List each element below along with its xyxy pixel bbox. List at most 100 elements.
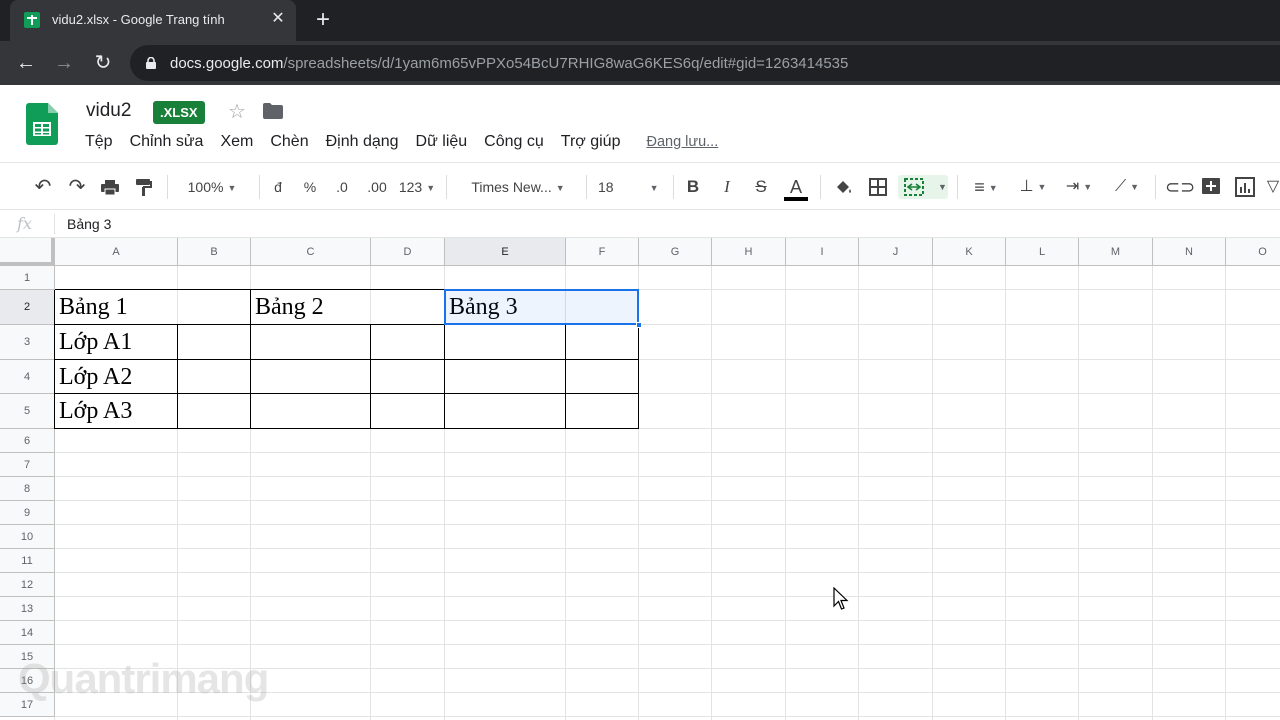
column-header-g[interactable]: G [639, 238, 712, 266]
row-header-5[interactable]: 5 [0, 394, 55, 429]
row-header-14[interactable]: 14 [0, 621, 55, 645]
insert-comment-icon[interactable] [1200, 175, 1222, 199]
percent-format-button[interactable]: % [300, 175, 320, 199]
row-header-1[interactable]: 1 [0, 266, 55, 290]
borders-icon[interactable] [868, 175, 888, 199]
new-tab-icon[interactable]: + [310, 8, 336, 34]
row-header-8[interactable]: 8 [0, 477, 55, 501]
column-header-b[interactable]: B [178, 238, 251, 266]
tab-title: vidu2.xlsx - Google Trang tính [52, 12, 225, 27]
merge-cells-icon [904, 178, 924, 196]
forward-icon[interactable]: → [52, 51, 76, 75]
text-rotation-select[interactable]: ⟋ ▼ [1106, 175, 1148, 199]
column-header-n[interactable]: N [1153, 238, 1226, 266]
table-border [444, 325, 445, 429]
paint-format-icon[interactable] [134, 175, 154, 199]
chevron-down-icon: ▼ [1037, 182, 1047, 192]
horizontal-align-select[interactable]: ≡ ▼ [966, 175, 1006, 199]
table-border [638, 325, 639, 429]
menu-file[interactable]: Tệp [85, 133, 113, 155]
sheets-header: vidu2 .XLSX ☆ Tệp Chỉnh sửa Xem Chèn Địn… [0, 85, 1280, 162]
lock-icon [146, 57, 156, 69]
url-input[interactable]: docs.google.com/spreadsheets/d/1yam6m65v… [130, 45, 1280, 81]
column-header-c[interactable]: C [251, 238, 371, 266]
column-header-j[interactable]: J [859, 238, 933, 266]
column-header-f[interactable]: F [566, 238, 639, 266]
print-icon[interactable] [100, 175, 120, 199]
align-bottom-icon: ⊥ [1019, 178, 1034, 196]
close-tab-icon[interactable]: ✕ [268, 9, 288, 29]
cell-a3[interactable]: Lớp A1 [55, 325, 132, 360]
menu-tools[interactable]: Công cụ [484, 133, 544, 155]
text-wrapping-select[interactable]: ⇥ ▼ [1058, 175, 1100, 199]
menu-view[interactable]: Xem [220, 133, 253, 155]
row-header-7[interactable]: 7 [0, 453, 55, 477]
undo-icon[interactable]: ↶ [32, 175, 54, 199]
fill-color-icon[interactable] [833, 175, 853, 199]
row-header-6[interactable]: 6 [0, 429, 55, 453]
row-header-4[interactable]: 4 [0, 360, 55, 394]
menu-data[interactable]: Dữ liệu [416, 133, 468, 155]
folder-icon[interactable] [263, 103, 283, 119]
sheets-logo-icon[interactable] [26, 103, 58, 145]
currency-format-button[interactable]: đ [268, 175, 288, 199]
back-icon[interactable]: ← [14, 51, 38, 75]
star-icon[interactable]: ☆ [228, 99, 246, 124]
select-all-corner[interactable] [0, 238, 55, 266]
merge-cells-button[interactable]: ▼ [898, 175, 948, 199]
row-header-3[interactable]: 3 [0, 325, 55, 360]
row-header-12[interactable]: 12 [0, 573, 55, 597]
url-path: /spreadsheets/d/1yam6m65vPPXo54BcU7RHIG8… [283, 55, 849, 72]
table-border [55, 428, 639, 429]
font-family-select[interactable]: Times New... ▼ [460, 175, 576, 199]
document-title[interactable]: vidu2 [86, 100, 131, 122]
column-header-o[interactable]: O [1226, 238, 1280, 266]
cell-a5[interactable]: Lớp A3 [55, 394, 132, 429]
text-color-icon[interactable]: A [784, 175, 808, 201]
cell-c2[interactable]: Bảng 2 [251, 290, 324, 325]
column-header-a[interactable]: A [55, 238, 178, 266]
chevron-down-icon: ▼ [649, 183, 659, 194]
more-formats-select[interactable]: 123 ▼ [397, 175, 437, 199]
menu-format[interactable]: Định dạng [326, 133, 399, 155]
insert-chart-icon[interactable] [1234, 175, 1256, 199]
spreadsheet-grid[interactable]: A B C D E F G H I J K L M N O 1 2 3 4 5 6 7 8 9 10 11 12 13 14 15 16 17… [0, 238, 1280, 720]
font-size-value: 18 [598, 179, 614, 195]
browser-tab[interactable]: vidu2.xlsx - Google Trang tính ✕ [10, 0, 296, 41]
menu-insert[interactable]: Chèn [270, 133, 308, 155]
row-header-2[interactable]: 2 [0, 290, 55, 325]
decrease-decimal-button[interactable]: .0 [330, 175, 354, 199]
row-header-9[interactable]: 9 [0, 501, 55, 525]
gridline [55, 620, 1280, 621]
filter-icon[interactable]: ▽ [1266, 175, 1280, 199]
formula-input[interactable]: Bảng 3 [67, 216, 111, 232]
column-header-e[interactable]: E [445, 238, 566, 266]
gridline [55, 596, 1280, 597]
vertical-align-select[interactable]: ⊥ ▼ [1013, 175, 1053, 199]
menu-help[interactable]: Trợ giúp [561, 133, 621, 155]
bold-icon[interactable]: B [683, 175, 703, 199]
increase-decimal-button[interactable]: .00 [363, 175, 391, 199]
column-header-i[interactable]: I [786, 238, 859, 266]
cell-a2[interactable]: Bảng 1 [55, 290, 128, 325]
font-size-select[interactable]: 18 ▼ [598, 175, 666, 199]
italic-icon[interactable]: I [717, 175, 737, 199]
row-header-11[interactable]: 11 [0, 549, 55, 573]
column-header-k[interactable]: K [933, 238, 1006, 266]
cell-a4[interactable]: Lớp A2 [55, 360, 132, 394]
column-header-d[interactable]: D [371, 238, 445, 266]
strikethrough-icon[interactable]: S [751, 175, 771, 199]
fill-handle[interactable] [636, 322, 642, 328]
column-header-h[interactable]: H [712, 238, 786, 266]
zoom-select[interactable]: 100% ▼ [176, 175, 248, 199]
redo-icon[interactable]: ↷ [66, 175, 88, 199]
insert-link-icon[interactable]: ⊂⊃ [1165, 175, 1195, 199]
chevron-down-icon: ▼ [1130, 182, 1140, 192]
gridline [1225, 266, 1226, 720]
row-header-10[interactable]: 10 [0, 525, 55, 549]
column-header-l[interactable]: L [1006, 238, 1079, 266]
menu-edit[interactable]: Chỉnh sửa [130, 133, 204, 155]
reload-icon[interactable]: ↻ [91, 51, 115, 75]
column-header-m[interactable]: M [1079, 238, 1153, 266]
row-header-13[interactable]: 13 [0, 597, 55, 621]
